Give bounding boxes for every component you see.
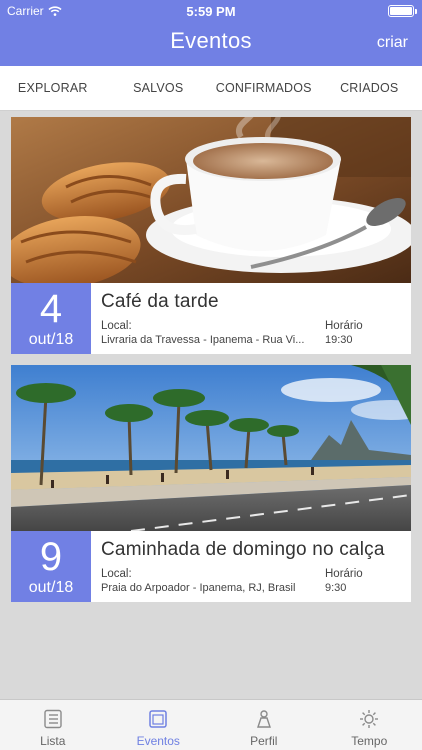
tab-bar-label: Tempo [351,734,388,748]
location-label: Local: [101,320,132,332]
battery-icon [388,5,417,17]
tab-bar-label: Lista [40,734,66,748]
event-info: Caminhada de domingo no calça Local: Pra… [101,531,411,602]
tab-confirmados[interactable]: CONFIRMADOS [211,66,317,110]
status-bar: Carrier 5:59 PM [0,0,422,22]
event-month: out/18 [28,579,74,596]
time-value: 19:30 [325,334,353,346]
event-title: Café da tarde [101,291,219,312]
location-value: Praia do Arpoador - Ipanema, RJ, Brasil [101,582,296,594]
time-label: Horário [325,320,363,332]
event-day: 4 [39,287,63,331]
beach-promenade-photo [11,365,411,531]
list-icon [44,709,62,729]
tab-bar-item-lista[interactable]: Lista [0,700,106,750]
event-day: 9 [39,535,63,579]
location-label: Local: [101,568,132,580]
app-header: Carrier 5:59 PM Eventos criar [0,0,422,66]
tab-criados[interactable]: CRIADOS [317,66,422,110]
event-date: 4 out/18 [11,283,91,354]
tab-bar: Lista Eventos Perfil Tempo [0,699,422,750]
event-month: out/18 [28,331,74,348]
event-info: Café da tarde Local: Livraria da Travess… [101,283,411,354]
tab-bar-item-eventos[interactable]: Eventos [106,700,212,750]
time-label: Horário [325,568,363,580]
event-date: 9 out/18 [11,531,91,602]
page-title: Eventos [170,28,252,53]
tab-bar-label: Perfil [250,734,278,748]
tab-bar-label: Eventos [136,734,180,748]
event-title: Caminhada de domingo no calça [101,539,385,560]
sun-icon [360,710,379,728]
time-value: 9:30 [325,582,347,594]
location-value: Livraria da Travessa - Ipanema - Rua Vi.… [101,334,305,346]
coffee-croissant-photo [11,117,411,283]
calendar-icon [149,710,167,728]
event-card[interactable]: 9 out/18 Caminhada de domingo no calça L… [11,365,411,602]
tab-salvos[interactable]: SALVOS [106,66,212,110]
segment-tabs: EXPLORAR SALVOS CONFIRMADOS CRIADOS [0,66,422,111]
tab-bar-item-tempo[interactable]: Tempo [317,700,422,750]
tab-bar-item-perfil[interactable]: Perfil [211,700,317,750]
create-button[interactable]: criar [377,34,408,52]
tab-explorar[interactable]: EXPLORAR [0,66,106,110]
clock: 5:59 PM [186,4,236,19]
event-card[interactable]: 4 out/18 Café da tarde Local: Livraria d… [11,117,411,354]
profile-icon [256,710,271,728]
